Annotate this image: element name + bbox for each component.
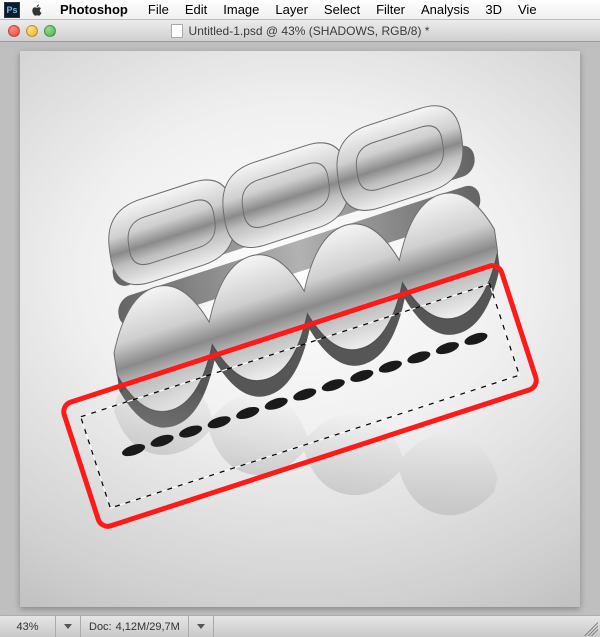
statusbar: 43% Doc: 4,12M/29,7M (0, 615, 600, 637)
popup-triangle-icon (64, 624, 72, 629)
document-title: Untitled-1.psd @ 43% (SHADOWS, RGB/8) * (0, 24, 600, 38)
minimize-button[interactable] (26, 25, 38, 37)
zoom-field[interactable]: 43% (0, 616, 56, 637)
document-titlebar[interactable]: Untitled-1.psd @ 43% (SHADOWS, RGB/8) * (0, 20, 600, 42)
apple-menu-icon[interactable] (30, 3, 44, 17)
canvas-workspace[interactable] (0, 42, 600, 615)
menu-3d[interactable]: 3D (477, 2, 510, 17)
menu-file[interactable]: File (140, 2, 177, 17)
artwork-3d-lettering (20, 51, 580, 607)
app-name[interactable]: Photoshop (52, 2, 136, 17)
popup-triangle-icon (197, 624, 205, 629)
zoom-value: 43% (16, 621, 38, 633)
menu-image[interactable]: Image (215, 2, 267, 17)
window-controls (0, 25, 56, 37)
document-title-text: Untitled-1.psd @ 43% (SHADOWS, RGB/8) * (189, 24, 430, 38)
document-icon (171, 24, 183, 38)
menu-view-cut[interactable]: Vie (510, 2, 545, 17)
status-popup-2[interactable] (189, 616, 214, 637)
status-popup-1[interactable] (56, 616, 81, 637)
resize-grip-icon[interactable] (580, 618, 598, 636)
menu-layer[interactable]: Layer (267, 2, 316, 17)
menu-edit[interactable]: Edit (177, 2, 215, 17)
menu-analysis[interactable]: Analysis (413, 2, 477, 17)
close-button[interactable] (8, 25, 20, 37)
menu-filter[interactable]: Filter (368, 2, 413, 17)
menu-select[interactable]: Select (316, 2, 368, 17)
doc-size-segment[interactable]: Doc: 4,12M/29,7M (81, 616, 189, 637)
artboard[interactable] (20, 51, 580, 607)
doc-label: Doc: (89, 621, 112, 633)
zoom-button[interactable] (44, 25, 56, 37)
doc-size: 4,12M/29,7M (116, 621, 180, 633)
menubar: Ps Photoshop File Edit Image Layer Selec… (0, 0, 600, 20)
photoshop-app-icon: Ps (4, 2, 20, 18)
